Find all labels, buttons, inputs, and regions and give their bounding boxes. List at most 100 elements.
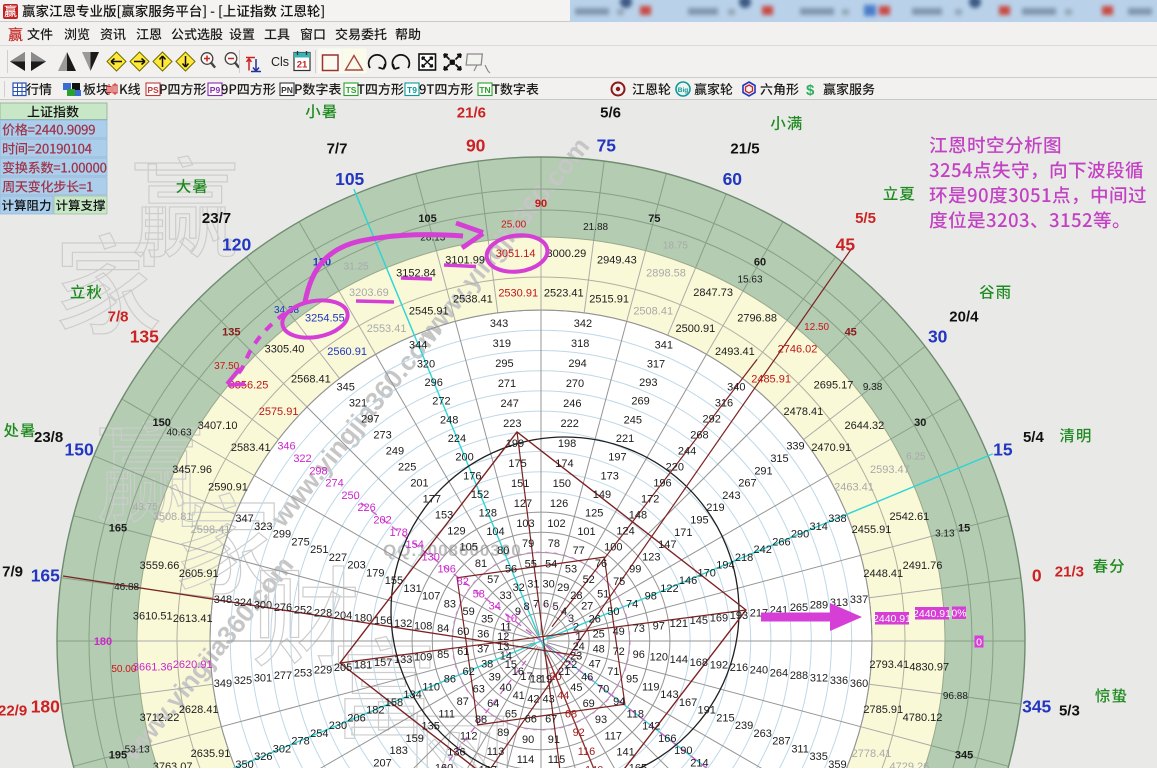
svg-text:198: 198	[558, 438, 576, 450]
svg-text:40: 40	[499, 682, 511, 694]
svg-text:2575.91: 2575.91	[259, 406, 299, 418]
svg-text:228: 228	[314, 607, 332, 619]
svg-text:28: 28	[570, 590, 582, 602]
svg-text:157: 157	[374, 657, 392, 669]
svg-text:300: 300	[254, 599, 272, 611]
svg-text:347: 347	[235, 513, 253, 525]
svg-text:143: 143	[660, 689, 678, 701]
svg-text:135: 135	[422, 721, 440, 733]
svg-text:75: 75	[597, 135, 617, 155]
svg-text:65: 65	[505, 708, 517, 720]
svg-text:122: 122	[660, 583, 678, 595]
svg-text:183: 183	[390, 745, 408, 757]
svg-text:158: 158	[385, 697, 403, 709]
svg-text:0%: 0%	[951, 608, 966, 620]
svg-text:254: 254	[310, 728, 328, 740]
svg-text:273: 273	[373, 430, 391, 442]
svg-text:114: 114	[517, 754, 535, 766]
svg-text:318: 318	[571, 338, 589, 350]
svg-text:190: 190	[674, 745, 692, 757]
svg-text:2542.61: 2542.61	[890, 511, 930, 523]
svg-text:7/9: 7/9	[2, 563, 23, 580]
svg-text:29: 29	[557, 582, 569, 594]
svg-text:288: 288	[790, 670, 808, 682]
svg-text:2448.41: 2448.41	[863, 568, 903, 580]
svg-text:68: 68	[565, 708, 577, 720]
svg-text:155: 155	[385, 575, 403, 587]
svg-text:110: 110	[422, 682, 440, 694]
svg-text:244: 244	[678, 446, 696, 458]
svg-text:149: 149	[593, 489, 611, 501]
svg-text:2560.91: 2560.91	[327, 346, 367, 358]
svg-text:3000.29: 3000.29	[547, 248, 587, 260]
svg-text:88: 88	[475, 714, 487, 726]
svg-text:245: 245	[624, 414, 642, 426]
svg-text:30: 30	[914, 417, 926, 429]
svg-text:276: 276	[274, 602, 292, 614]
svg-text:33: 33	[499, 590, 511, 602]
svg-text:105: 105	[418, 213, 436, 225]
svg-text:243: 243	[722, 490, 740, 502]
svg-text:193: 193	[730, 610, 748, 622]
svg-text:2949.43: 2949.43	[597, 255, 637, 267]
svg-text:61: 61	[457, 646, 469, 658]
svg-text:45: 45	[570, 682, 582, 694]
svg-text:59: 59	[462, 606, 474, 618]
svg-text:7: 7	[533, 598, 539, 610]
svg-text:46: 46	[581, 671, 593, 683]
svg-text:$: $	[806, 82, 815, 99]
svg-text:96.88: 96.88	[943, 691, 968, 702]
svg-text:2470.91: 2470.91	[811, 442, 851, 454]
svg-text:119: 119	[642, 682, 660, 694]
svg-text:2635.91: 2635.91	[191, 748, 231, 760]
svg-text:45: 45	[836, 234, 856, 254]
svg-text:47: 47	[589, 658, 601, 670]
svg-text:Big: Big	[678, 87, 689, 94]
svg-text:53.13: 53.13	[125, 745, 150, 756]
svg-text:170: 170	[698, 567, 716, 579]
svg-text:127: 127	[514, 498, 532, 510]
svg-text:272: 272	[432, 396, 450, 408]
svg-text:3.13: 3.13	[935, 528, 955, 539]
svg-text:2500.91: 2500.91	[676, 323, 716, 335]
svg-text:322: 322	[293, 453, 311, 465]
svg-text:116: 116	[578, 746, 596, 758]
svg-text:317: 317	[647, 358, 665, 370]
svg-text:326: 326	[254, 751, 272, 763]
svg-text:219: 219	[706, 502, 724, 514]
svg-text:343: 343	[490, 318, 508, 330]
svg-text:337: 337	[850, 594, 868, 606]
svg-text:320: 320	[417, 358, 435, 370]
svg-text:2508.41: 2508.41	[633, 306, 673, 318]
svg-text:22/9: 22/9	[0, 703, 27, 720]
svg-text:339: 339	[786, 441, 804, 453]
svg-text:3203.69: 3203.69	[349, 287, 389, 299]
svg-text:2455.91: 2455.91	[852, 524, 892, 536]
svg-text:4780.12: 4780.12	[903, 712, 943, 724]
svg-text:196: 196	[653, 478, 671, 490]
svg-text:169: 169	[710, 613, 728, 625]
svg-text:180: 180	[31, 696, 60, 716]
svg-text:6.25: 6.25	[906, 452, 926, 463]
svg-text:294: 294	[568, 358, 586, 370]
svg-text:142: 142	[642, 721, 660, 733]
svg-text:290: 290	[791, 529, 809, 541]
svg-text:89: 89	[497, 727, 509, 739]
svg-text:5: 5	[552, 601, 558, 613]
svg-text:75: 75	[648, 213, 660, 225]
svg-text:316: 316	[715, 398, 733, 410]
svg-text:42: 42	[527, 694, 539, 706]
svg-text:145: 145	[690, 615, 708, 627]
svg-text:345: 345	[1022, 696, 1051, 716]
svg-text:2778.41: 2778.41	[852, 748, 892, 760]
svg-text:180: 180	[354, 613, 372, 625]
svg-text:135: 135	[130, 327, 159, 347]
svg-text:248: 248	[440, 414, 458, 426]
svg-text:5/3: 5/3	[1059, 703, 1080, 720]
svg-text:179: 179	[366, 567, 384, 579]
svg-text:302: 302	[273, 743, 291, 755]
svg-text:293: 293	[639, 377, 657, 389]
svg-text:5/5: 5/5	[855, 210, 876, 227]
svg-text:71: 71	[607, 666, 619, 678]
svg-text:165: 165	[31, 566, 60, 586]
